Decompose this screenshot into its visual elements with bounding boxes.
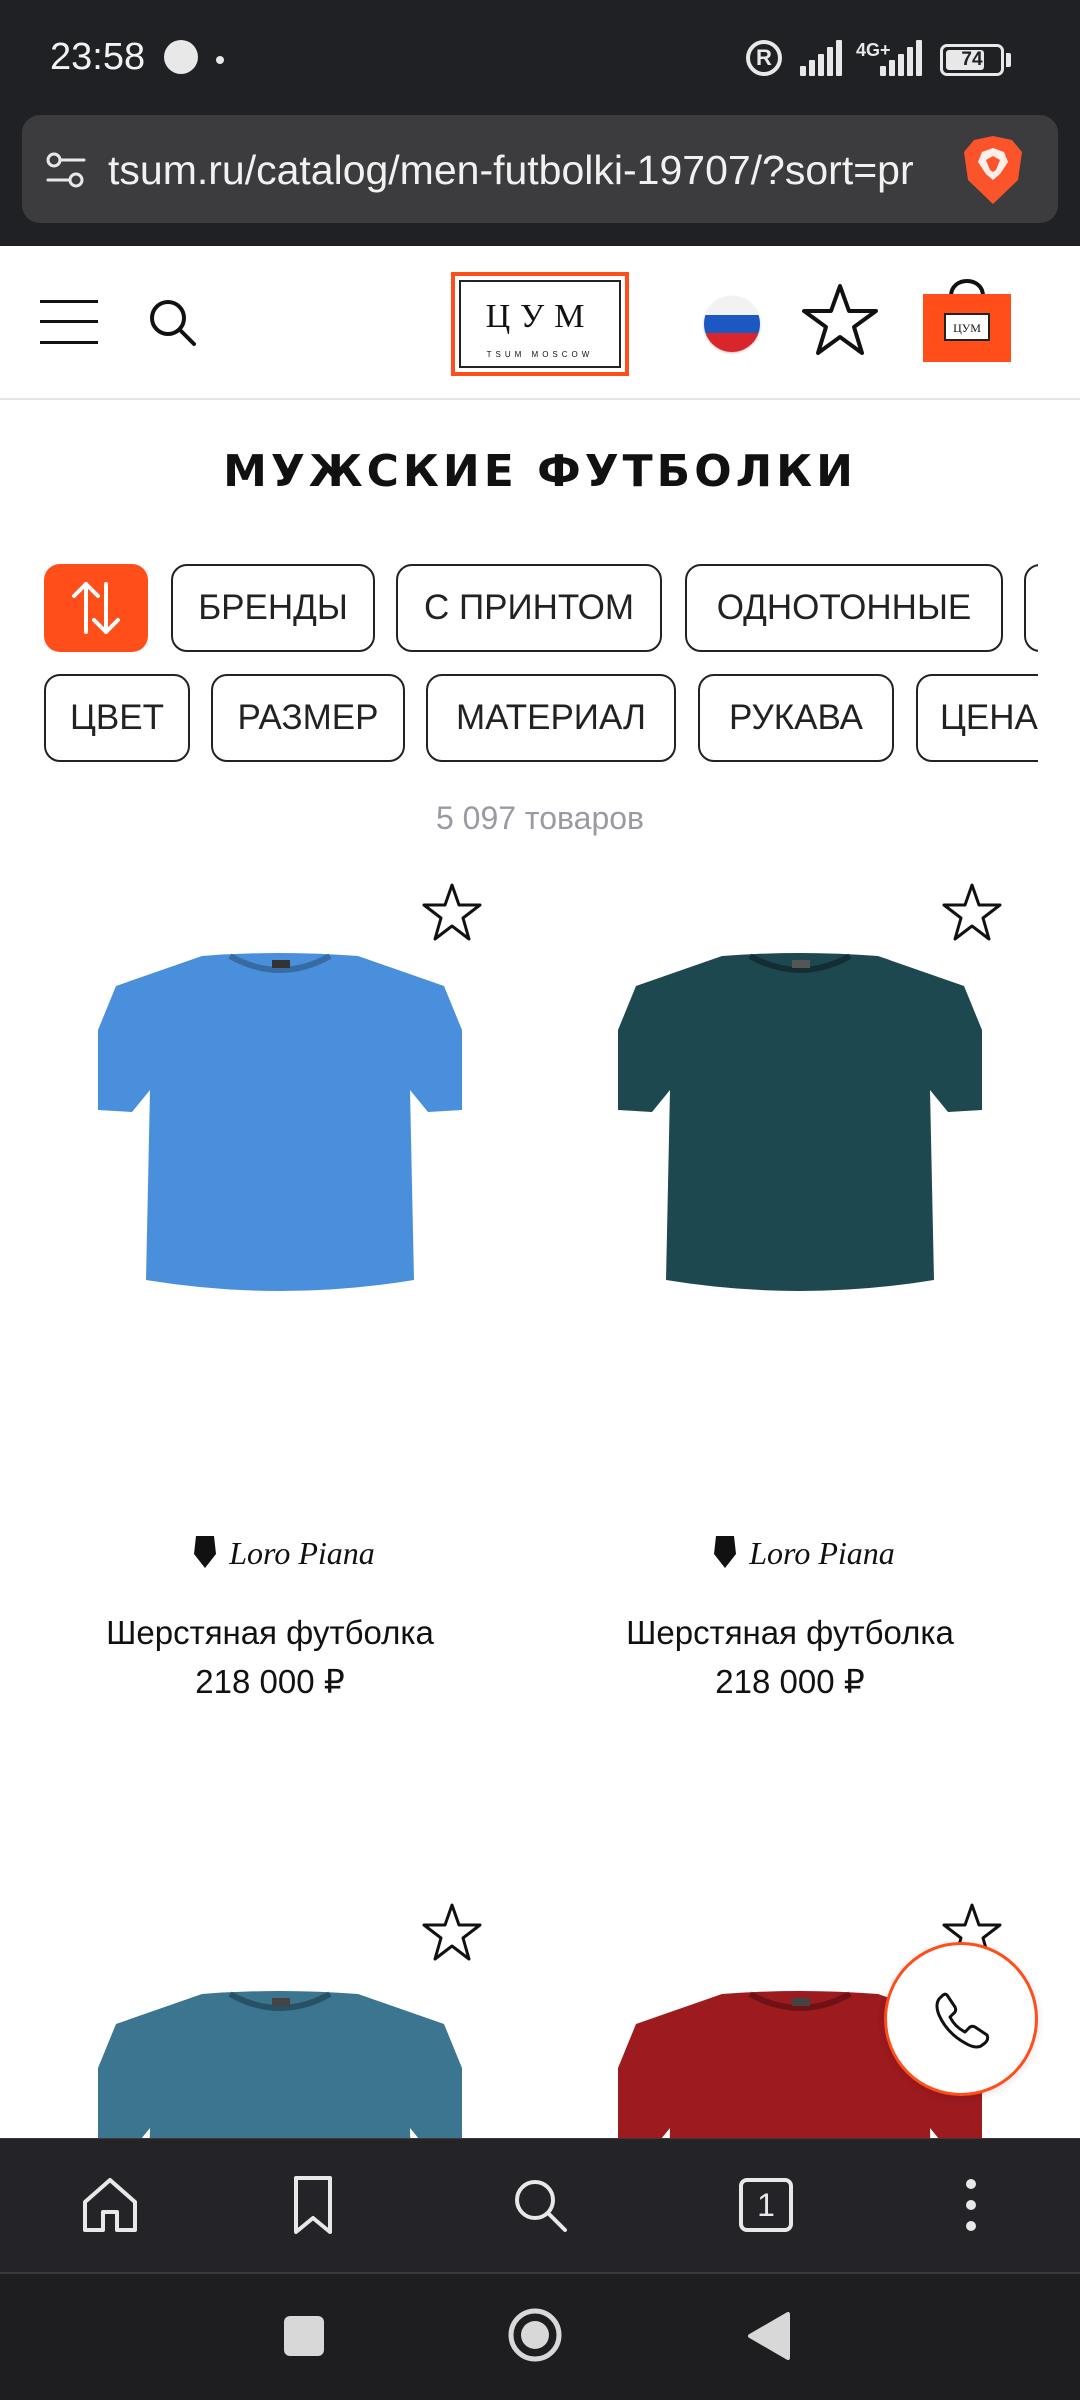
phone-icon xyxy=(935,1992,990,2049)
product-name: Шерстяная футболка xyxy=(626,1614,954,1651)
url-text[interactable]: tsum.ru/catalog/men-futbolki-19707/?sort… xyxy=(108,144,938,196)
battery-percent: 74 xyxy=(961,49,983,70)
registered-icon: R xyxy=(746,40,782,76)
home-icon[interactable] xyxy=(77,2172,143,2238)
filter-chip-material[interactable]: МАТЕРИАЛ xyxy=(426,674,676,762)
back-button[interactable] xyxy=(746,2310,792,2362)
filter-row-1: БРЕНДЫ С ПРИНТОМ ОДНОТОННЫЕ xyxy=(44,564,1038,654)
russia-flag-icon[interactable] xyxy=(704,296,760,352)
filter-chip-color[interactable]: ЦВЕТ xyxy=(44,674,190,762)
site-settings-icon[interactable] xyxy=(44,148,88,192)
status-bar: 23:58 R 4G+ 74 xyxy=(0,0,1080,112)
signal-icon xyxy=(800,40,844,76)
brave-shield-icon[interactable] xyxy=(962,134,1024,206)
brand-logo-loro-piana: Loro Piana xyxy=(194,1535,375,1571)
favorite-star-icon[interactable] xyxy=(420,880,484,944)
tabs-count: 1 xyxy=(739,2178,793,2232)
search-icon[interactable] xyxy=(507,2172,573,2238)
battery-icon: 74 xyxy=(940,44,1004,76)
filter-chip-brands[interactable]: БРЕНДЫ xyxy=(171,564,375,652)
logo-subtitle: TSUM MOSCOW xyxy=(486,350,594,359)
filter-row-2: ЦВЕТ РАЗМЕР МАТЕРИАЛ РУКАВА ЦЕНА xyxy=(44,674,1038,764)
more-menu-icon[interactable] xyxy=(938,2172,1004,2238)
favorite-star-icon[interactable] xyxy=(940,880,1004,944)
battery-tip xyxy=(1006,53,1011,67)
accessibility-icon xyxy=(164,40,198,74)
svg-text:ЦУМ: ЦУМ xyxy=(953,321,981,335)
tshirt-image xyxy=(98,953,462,1291)
bookmark-icon[interactable] xyxy=(280,2172,346,2238)
logo-letters: ЦУМ xyxy=(485,298,595,335)
hamburger-menu-icon[interactable] xyxy=(40,300,98,344)
tshirt-image xyxy=(618,953,982,1291)
status-time: 23:58 xyxy=(50,36,146,78)
product-card[interactable]: Loro Piana Шерстяная футболка 218 000 ₽ xyxy=(0,880,540,1700)
product-name: Шерстяная футболка xyxy=(106,1614,434,1651)
product-price: 218 000 ₽ xyxy=(195,1663,345,1700)
favorite-star-icon[interactable] xyxy=(420,1900,484,1964)
tsum-logo[interactable]: ЦУМ TSUM MOSCOW xyxy=(451,272,629,376)
notification-dot-icon xyxy=(216,56,224,64)
signal-icon-2 xyxy=(880,40,924,76)
svg-text:Loro Piana: Loro Piana xyxy=(228,1535,375,1571)
product-price: 218 000 ₽ xyxy=(715,1663,865,1700)
filter-chip-plain[interactable]: ОДНОТОННЫЕ xyxy=(685,564,1003,652)
product-card[interactable]: Loro Piana Шерстяная футболка 218 000 ₽ xyxy=(520,880,1060,1700)
svg-text:Loro Piana: Loro Piana xyxy=(748,1535,895,1571)
brand-logo-loro-piana: Loro Piana xyxy=(714,1535,895,1571)
filter-chip-price[interactable]: ЦЕНА xyxy=(916,674,1038,762)
filter-chip-sleeve[interactable]: РУКАВА xyxy=(698,674,894,762)
product-card[interactable] xyxy=(0,1900,540,2140)
page-title: МУЖСКИЕ ФУТБОЛКИ xyxy=(223,446,857,497)
filter-chip-size[interactable]: РАЗМЕР xyxy=(211,674,405,762)
shopping-bag-icon[interactable]: ЦУМ xyxy=(921,268,1013,364)
favorites-star-icon[interactable] xyxy=(800,280,880,360)
filter-chip-print[interactable]: С ПРИНТОМ xyxy=(396,564,662,652)
home-button[interactable] xyxy=(506,2306,564,2364)
tshirt-image xyxy=(98,1991,462,2140)
search-icon[interactable] xyxy=(146,296,200,350)
recent-apps-button[interactable] xyxy=(284,2316,324,2356)
tabs-button[interactable]: 1 xyxy=(733,2172,799,2238)
products-count: 5 097 товаров xyxy=(435,800,645,836)
filter-chip-more[interactable] xyxy=(1024,564,1038,652)
call-button[interactable] xyxy=(884,1942,1038,2096)
